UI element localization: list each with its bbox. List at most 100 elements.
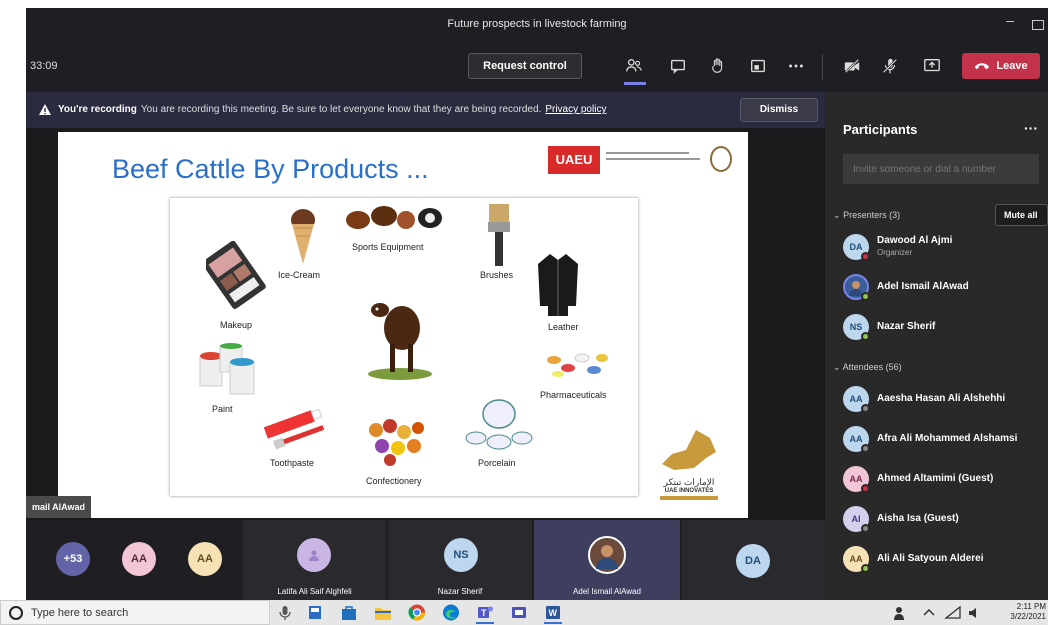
participant-name: Afra Ali Mohammed Alshamsi bbox=[877, 433, 1018, 444]
minimize-icon[interactable]: – bbox=[1006, 12, 1014, 28]
presenters-section-header[interactable]: ⌄ Presenters (3) bbox=[833, 210, 900, 221]
makeup-label: Makeup bbox=[220, 320, 253, 330]
dismiss-button[interactable]: Dismiss bbox=[740, 98, 818, 122]
request-control-button[interactable]: Request control bbox=[468, 53, 582, 79]
confectionery-image bbox=[369, 419, 424, 466]
shared-content-stage: Beef Cattle By Products ... UAEU Ice-Cre… bbox=[26, 128, 825, 520]
avatar[interactable]: AA bbox=[188, 542, 222, 576]
taskbar-search[interactable]: Type here to search bbox=[0, 600, 270, 625]
slide-title: Beef Cattle By Products ... bbox=[112, 154, 429, 184]
active-tab-indicator bbox=[624, 82, 646, 85]
mic-off-icon[interactable] bbox=[878, 54, 902, 78]
participant-row[interactable]: AA Afra Ali Mohammed Alshamsi bbox=[841, 424, 1048, 454]
gallery-tile[interactable]: Latifa Ali Saif Alghfeli bbox=[243, 520, 386, 600]
uae-innovates-english: UAE INNOVATES bbox=[664, 488, 714, 494]
status-available-icon bbox=[861, 292, 870, 301]
confectionery-label: Confectionery bbox=[366, 476, 422, 486]
participant-row[interactable]: AA Ahmed Altamimi (Guest) bbox=[841, 464, 1048, 494]
status-unknown-icon bbox=[861, 444, 870, 453]
chevron-up-icon[interactable] bbox=[920, 604, 938, 621]
toothpaste-image bbox=[263, 408, 325, 450]
participants-icon[interactable] bbox=[622, 54, 646, 78]
byproducts-diagram: Ice-Cream Sports Equipment Brushes Makeu… bbox=[170, 198, 638, 496]
chat-icon[interactable] bbox=[666, 54, 690, 78]
active-app-indicator bbox=[476, 622, 494, 624]
participant-name: Dawood Al Ajmi bbox=[877, 235, 953, 246]
taskbar-clock[interactable]: 2:11 PM 3/22/2021 bbox=[1010, 602, 1046, 622]
share-screen-icon[interactable] bbox=[920, 54, 944, 78]
divider bbox=[822, 54, 823, 80]
microphone-icon[interactable] bbox=[276, 604, 294, 621]
avatar: DA bbox=[736, 544, 770, 578]
attendees-section-header[interactable]: ⌄ Attendees (56) bbox=[833, 362, 902, 373]
raise-hand-icon[interactable] bbox=[706, 54, 730, 78]
more-options-icon[interactable]: ··· bbox=[1024, 120, 1038, 136]
status-available-icon bbox=[861, 564, 870, 573]
participant-name: Ali Ali Satyoun Alderei bbox=[877, 553, 984, 564]
screen-edge-top bbox=[0, 0, 1048, 8]
cortana-icon bbox=[9, 606, 23, 620]
phone-hangup-icon bbox=[975, 63, 990, 70]
participant-row[interactable]: AA Ali Ali Satyoun Alderei bbox=[841, 544, 1048, 574]
mute-all-button[interactable]: Mute all bbox=[995, 204, 1048, 226]
video-gallery: +53 AA AA Latifa Ali Saif Alghfeli NS Na… bbox=[26, 520, 825, 600]
gallery-tile-active-speaker[interactable]: Adel Ismail AlAwad bbox=[534, 520, 680, 600]
invite-input[interactable] bbox=[843, 154, 1039, 184]
status-unknown-icon bbox=[861, 524, 870, 533]
participant-name: Aaesha Hasan Ali Alshehhi bbox=[877, 393, 1006, 404]
participant-row[interactable]: Adel Ismail AlAwad bbox=[841, 272, 1048, 302]
network-icon[interactable] bbox=[944, 604, 962, 621]
edge-icon[interactable] bbox=[442, 604, 460, 621]
avatar: NS bbox=[444, 538, 478, 572]
store-icon[interactable] bbox=[340, 604, 358, 621]
ice-cream-image bbox=[291, 209, 315, 264]
presenter-name-tag: mail AlAwad bbox=[26, 496, 92, 518]
status-unknown-icon bbox=[861, 404, 870, 413]
teams-meeting-icon[interactable] bbox=[510, 604, 528, 621]
clock-time: 2:11 PM bbox=[1016, 602, 1046, 611]
participant-name: Nazar Sherif bbox=[877, 321, 936, 332]
maximize-icon[interactable] bbox=[1032, 20, 1044, 30]
file-explorer-icon[interactable] bbox=[374, 604, 392, 621]
participant-row[interactable]: NS Nazar Sherif bbox=[841, 312, 1048, 342]
volume-icon[interactable] bbox=[966, 604, 984, 621]
pharmaceuticals-label: Pharmaceuticals bbox=[540, 390, 607, 400]
chrome-icon[interactable] bbox=[408, 604, 426, 621]
participant-row[interactable]: AA Aaesha Hasan Ali Alshehhi bbox=[841, 384, 1048, 414]
camera-off-icon[interactable] bbox=[840, 54, 864, 78]
tile-name: Latifa Ali Saif Alghfeli bbox=[277, 587, 352, 596]
paint-cans-image bbox=[199, 343, 255, 395]
rooms-icon[interactable] bbox=[746, 54, 770, 78]
task-view-icon[interactable] bbox=[306, 604, 324, 621]
gallery-tile[interactable]: DA bbox=[682, 520, 825, 600]
uae-map-mosaic bbox=[662, 430, 716, 470]
paint-label: Paint bbox=[212, 404, 233, 414]
uaeu-logo: UAEU bbox=[548, 146, 600, 174]
attendees-heading: Attendees (56) bbox=[842, 362, 902, 372]
cattle-image bbox=[368, 303, 432, 380]
leave-button[interactable]: Leave bbox=[962, 53, 1040, 79]
word-icon[interactable]: W bbox=[544, 604, 562, 621]
avatar[interactable]: AA bbox=[122, 542, 156, 576]
more-actions-icon[interactable] bbox=[784, 54, 808, 78]
gallery-tile[interactable]: NS Nazar Sherif bbox=[388, 520, 532, 600]
participant-name: Adel Ismail AlAwad bbox=[877, 281, 969, 292]
porcelain-label: Porcelain bbox=[478, 458, 516, 468]
search-placeholder: Type here to search bbox=[31, 607, 129, 619]
teams-icon[interactable]: T bbox=[476, 604, 494, 621]
tile-name: Nazar Sherif bbox=[437, 587, 483, 596]
sports-equipment-image bbox=[346, 206, 442, 229]
overflow-count-avatar[interactable]: +53 bbox=[56, 542, 90, 576]
avatar bbox=[297, 538, 331, 572]
status-busy-icon bbox=[861, 484, 870, 493]
meeting-control-bar: 33:09 Request control Leave bbox=[26, 42, 1048, 92]
participant-row[interactable]: DA Dawood Al Ajmi Organizer bbox=[841, 232, 1048, 262]
leather-jacket-image bbox=[538, 254, 578, 316]
sports-equipment-label: Sports Equipment bbox=[352, 242, 424, 252]
leave-label: Leave bbox=[996, 60, 1028, 72]
privacy-policy-link[interactable]: Privacy policy bbox=[545, 104, 606, 115]
participant-name: Aisha Isa (Guest) bbox=[877, 513, 959, 524]
participants-panel: Participants ··· ⌄ Presenters (3) Mute a… bbox=[825, 92, 1048, 600]
people-icon[interactable] bbox=[892, 604, 910, 621]
participant-row[interactable]: AI Aisha Isa (Guest) bbox=[841, 504, 1048, 534]
